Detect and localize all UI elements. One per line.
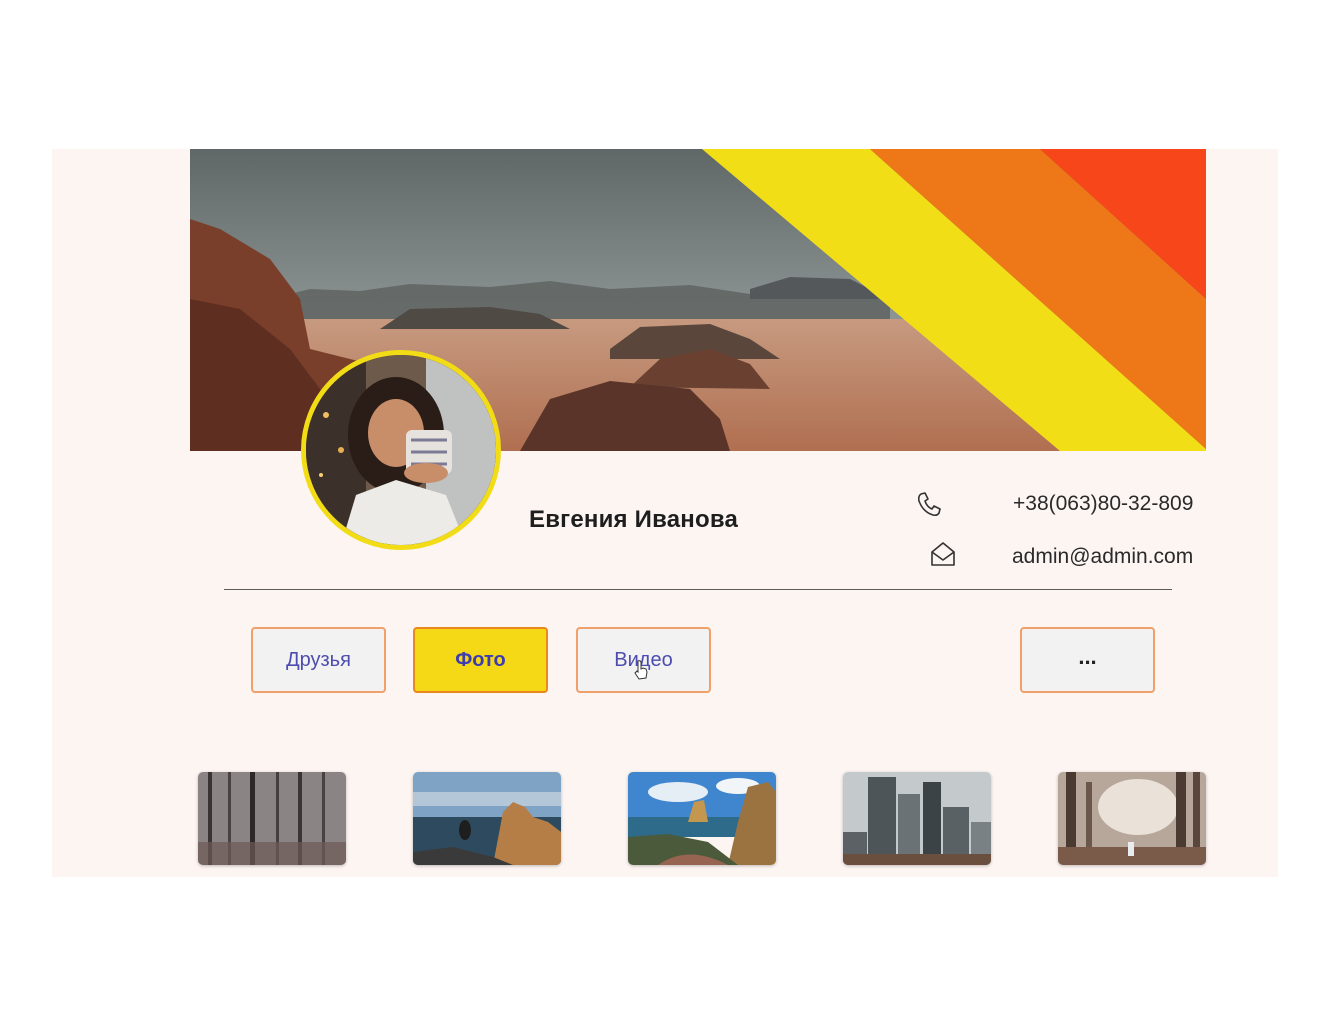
envelope-icon [931, 542, 955, 566]
photo-thumbnail[interactable] [843, 772, 991, 865]
more-button[interactable]: ... [1020, 627, 1155, 693]
photo-thumbnail[interactable] [413, 772, 561, 865]
tab-friends[interactable]: Друзья [251, 627, 386, 693]
phone-number[interactable]: +38(063)80-32-809 [1013, 492, 1193, 516]
hand-cursor-icon [634, 660, 648, 680]
photo-thumbnail[interactable] [1058, 772, 1206, 865]
email-address[interactable]: admin@admin.com [1012, 545, 1193, 569]
section-divider [224, 589, 1172, 590]
tab-photos[interactable]: Фото [413, 627, 548, 693]
profile-name: Евгения Иванова [529, 506, 739, 533]
phone-icon [917, 492, 941, 517]
photo-thumbnail[interactable] [198, 772, 346, 865]
profile-avatar[interactable] [301, 350, 501, 550]
photo-thumbnail[interactable] [628, 772, 776, 865]
